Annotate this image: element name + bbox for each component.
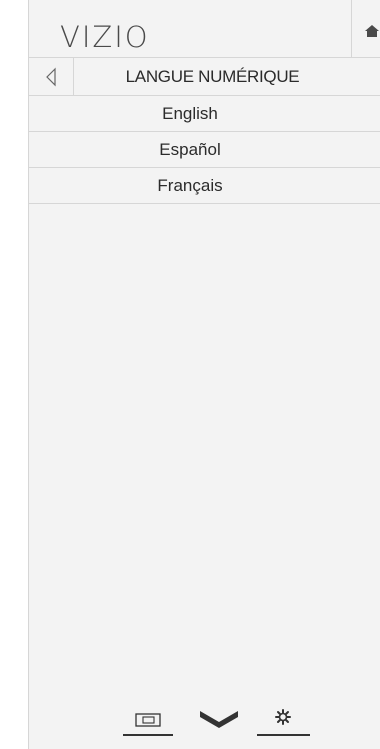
input-button[interactable] [123, 700, 173, 736]
settings-button[interactable] [257, 700, 310, 736]
bottom-nav [29, 700, 380, 740]
gear-icon [275, 709, 291, 725]
expand-down-button[interactable] [195, 700, 243, 736]
back-button[interactable] [29, 58, 74, 95]
header-bar: VIZIO [29, 0, 380, 58]
language-option-english[interactable]: English [29, 96, 380, 132]
home-button[interactable] [351, 0, 380, 58]
language-list: English Español Français [29, 96, 380, 204]
language-option-espanol[interactable]: Español [29, 132, 380, 168]
language-option-francais[interactable]: Français [29, 168, 380, 204]
vizio-logo: VIZIO [60, 20, 150, 54]
settings-panel: VIZIO LANGUE NUMÉRIQUE English Español F… [28, 0, 380, 749]
chevron-down-icon [200, 711, 238, 728]
title-bar: LANGUE NUMÉRIQUE [29, 58, 380, 96]
input-icon [135, 713, 161, 727]
back-arrow-icon [46, 67, 56, 87]
page-title: LANGUE NUMÉRIQUE [125, 67, 300, 86]
home-icon [365, 25, 379, 37]
